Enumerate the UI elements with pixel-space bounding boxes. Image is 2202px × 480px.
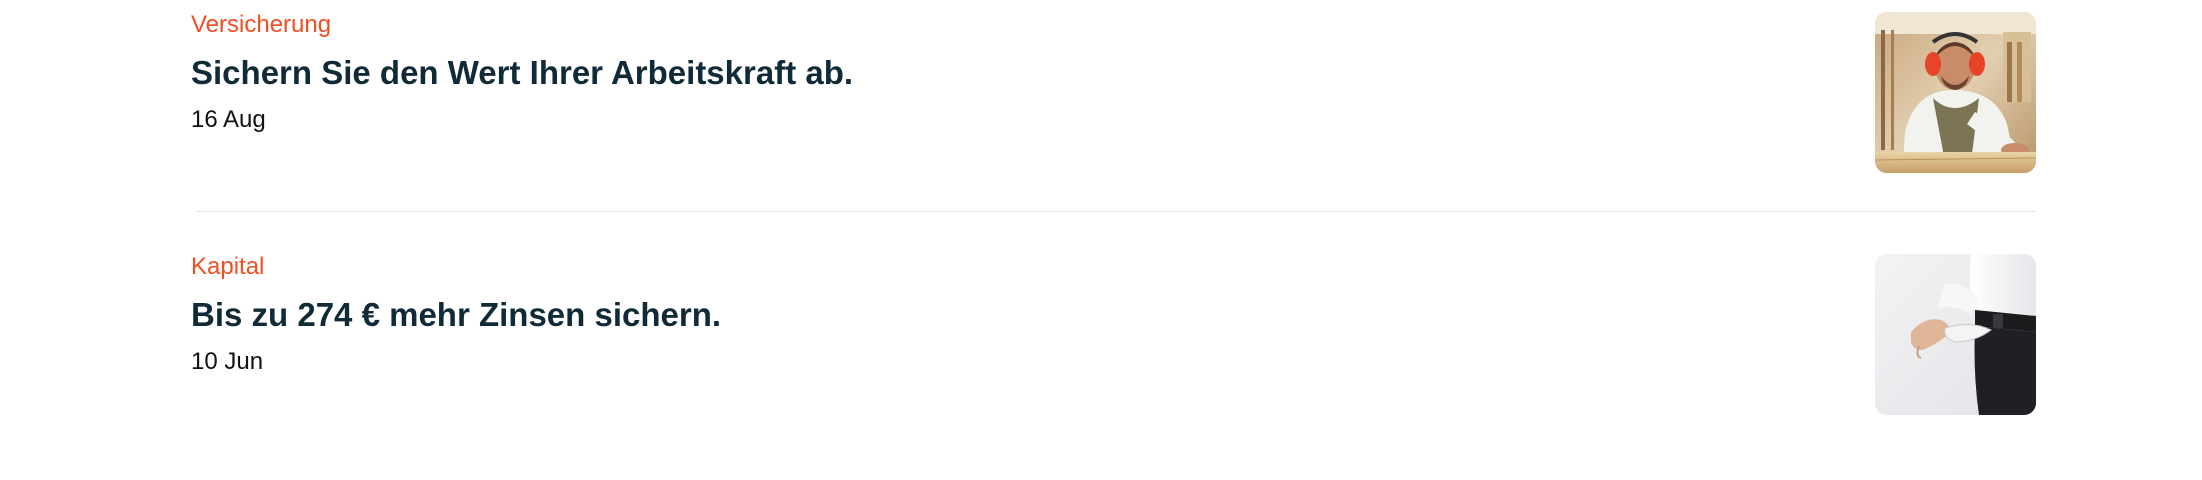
article-card[interactable]: Kapital Bis zu 274 € mehr Zinsen sichern…: [191, 242, 2036, 415]
article-date: 10 Jun: [191, 348, 264, 375]
article-divider: [196, 211, 2036, 212]
article-date: 16 Aug: [191, 106, 266, 133]
article-list: Versicherung Sichern Sie den Wert Ihrer …: [0, 0, 2202, 480]
article-category[interactable]: Versicherung: [191, 10, 331, 40]
carpenter-photo: [1875, 12, 2036, 173]
article-title[interactable]: Sichern Sie den Wert Ihrer Arbeitskraft …: [191, 52, 853, 94]
empty-pocket-photo: [1875, 254, 2036, 415]
article-category[interactable]: Kapital: [191, 252, 264, 282]
article-thumbnail[interactable]: [1875, 12, 2036, 173]
article-card[interactable]: Versicherung Sichern Sie den Wert Ihrer …: [191, 0, 2036, 173]
article-title[interactable]: Bis zu 274 € mehr Zinsen sichern.: [191, 294, 721, 336]
article-thumbnail[interactable]: [1875, 254, 2036, 415]
